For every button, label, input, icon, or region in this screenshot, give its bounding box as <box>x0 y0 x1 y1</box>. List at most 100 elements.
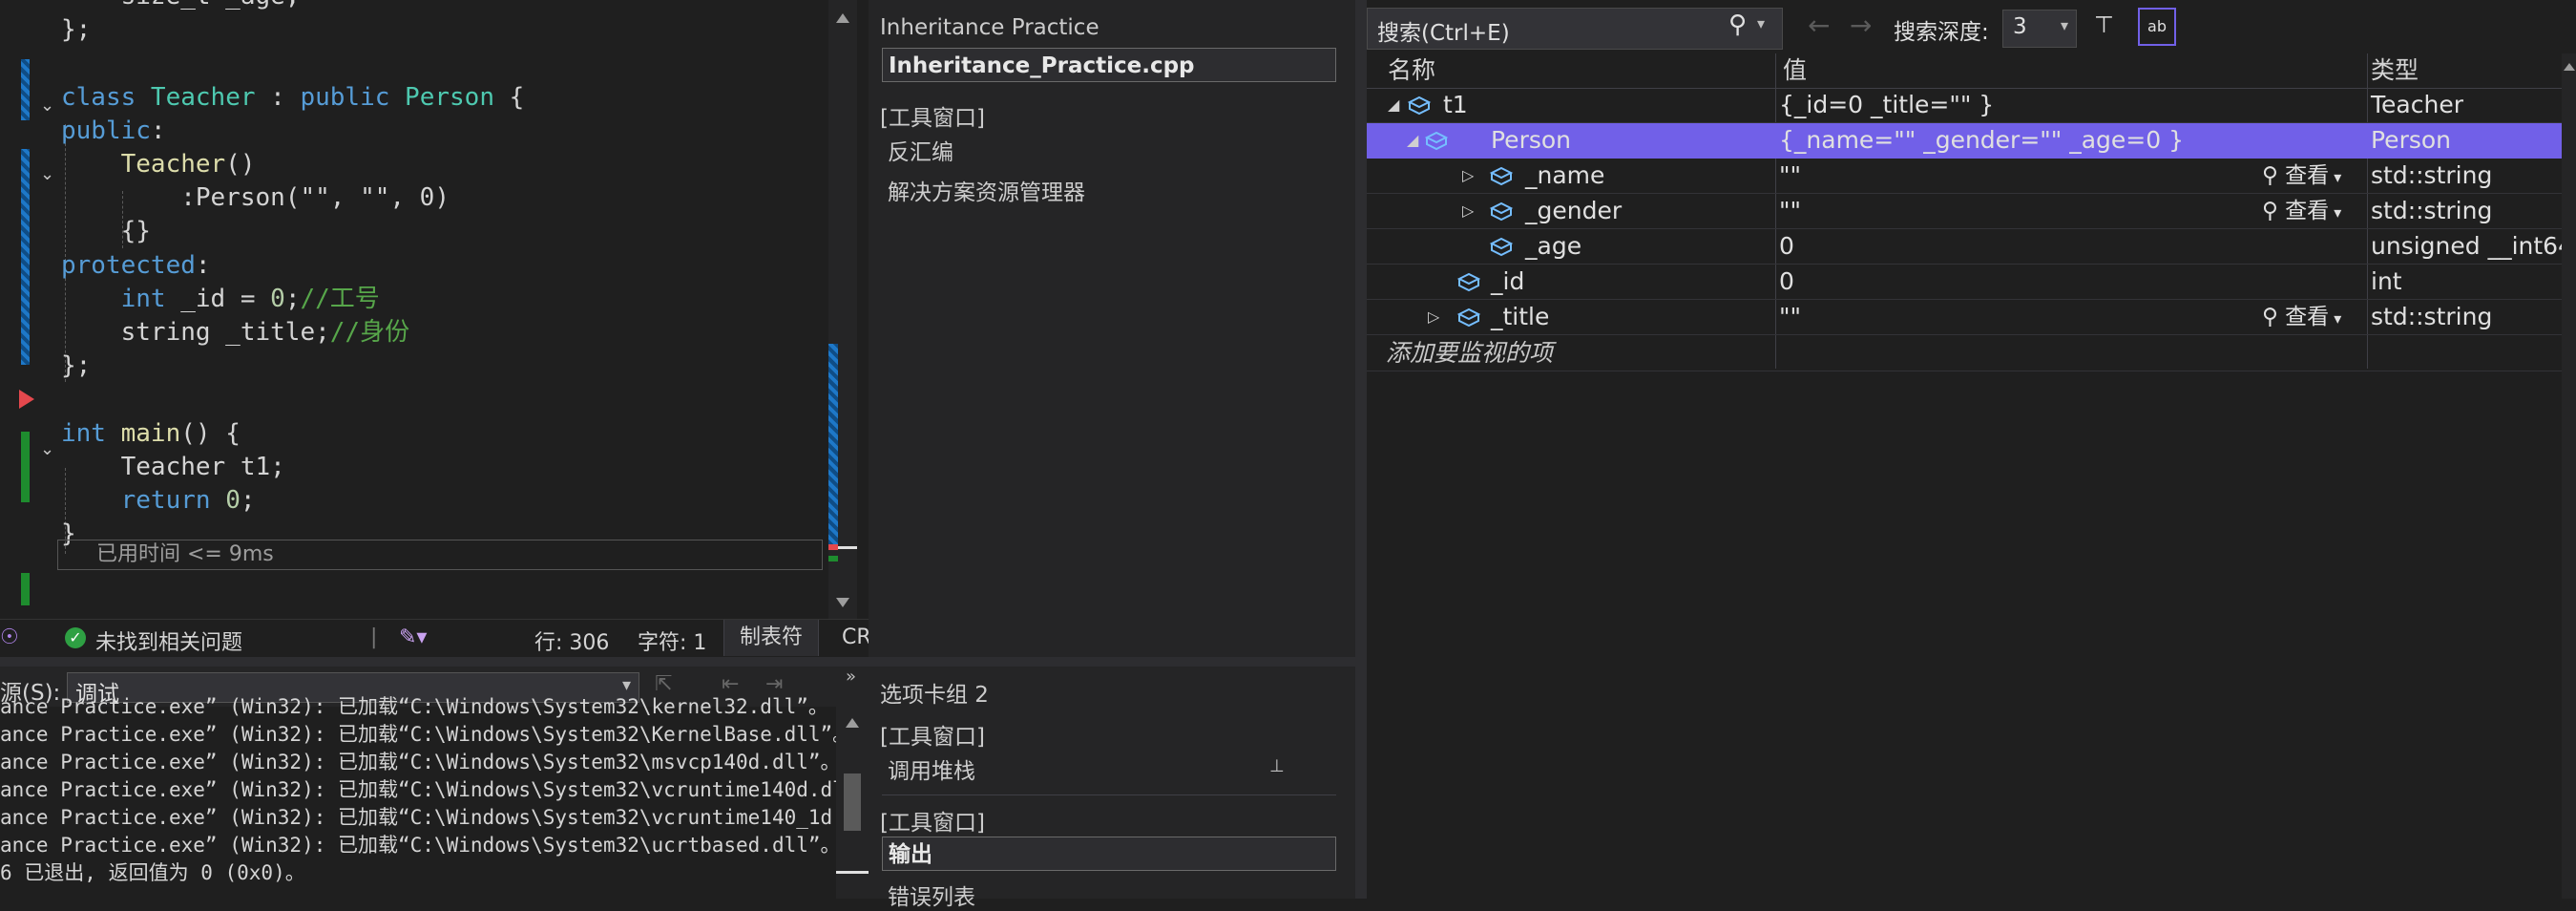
change-bar <box>21 573 30 605</box>
watch-row[interactable]: _id 0 int <box>1367 265 2562 300</box>
hex-display-icon[interactable]: ab <box>2138 8 2176 46</box>
code-token: ; <box>284 284 301 313</box>
doc-item-solution-explorer[interactable]: 解决方案资源管理器 <box>888 174 1085 206</box>
watch-value[interactable]: "" <box>1779 300 1801 334</box>
code-line: int _id = 0;//工号 <box>61 282 380 316</box>
code-token: main <box>120 418 181 448</box>
fold-chevron-icon[interactable]: ⌄ <box>40 97 54 115</box>
code-token: //工号 <box>300 284 380 313</box>
scroll-up-icon[interactable] <box>846 718 859 728</box>
tool-item-call-stack[interactable]: 调用堆栈 <box>888 752 975 785</box>
search-input[interactable]: 搜索(Ctrl+E) <box>1377 14 1510 47</box>
watch-row[interactable]: ▷ _gender "" ⚲ 查看 ▾ std::string <box>1367 194 2562 229</box>
indent-mode[interactable]: 制表符 <box>723 620 820 656</box>
code-token: 0 <box>270 284 285 313</box>
collapse-arrow-icon[interactable]: ◢ <box>1388 88 1399 122</box>
code-editor[interactable]: ⌄ ⌄ ⌄ size_t _age;}; class Teacher : publ… <box>0 0 828 619</box>
watch-value[interactable]: "" <box>1779 194 1801 228</box>
field-icon <box>1489 201 1514 225</box>
back-arrow-icon[interactable]: ← <box>1808 10 1830 41</box>
issues-status[interactable]: 未找到相关问题 <box>95 625 242 656</box>
section-label: [工具窗口] <box>880 811 985 836</box>
breakpoint-arrow-icon[interactable] <box>19 390 34 409</box>
magnifier-icon: ⚲ <box>2262 305 2286 329</box>
watch-value[interactable]: 0 <box>1779 265 1794 299</box>
add-watch-row[interactable]: 添加要监视的项 <box>1367 336 2562 371</box>
tool-item-error-list[interactable]: 错误列表 <box>888 879 975 911</box>
code-line: size_t _age; <box>61 0 301 13</box>
scroll-position <box>836 871 869 874</box>
scroll-down-icon[interactable] <box>836 598 849 607</box>
splitter[interactable] <box>0 657 1355 667</box>
watch-row[interactable]: ◢ Person {_name="" _gender="" _age=0 } Pers… <box>1367 123 2562 159</box>
intellicode-icon[interactable]: ☉ <box>0 625 19 649</box>
column-name-header[interactable]: 名称 <box>1388 53 1435 88</box>
scroll-up-icon[interactable] <box>2564 63 2575 71</box>
search-icon[interactable]: ⚲ <box>1728 11 1747 39</box>
collapse-arrow-icon[interactable]: ◢ <box>1407 123 1418 158</box>
fold-chevron-icon[interactable]: ⌄ <box>40 441 54 458</box>
output-line: ance Practice.exe” (Win32): 已加载“C:\Windo… <box>0 778 857 801</box>
pin-icon[interactable]: ⊥ <box>1269 756 1285 776</box>
watch-window: 搜索(Ctrl+E) ⚲ ▾ ← → 搜索深度: 3 ▾ ⊤ ab 名称 值 类… <box>1367 0 2576 899</box>
chevron-down-icon[interactable]: ▾ <box>1757 14 1765 32</box>
change-bar <box>21 59 30 120</box>
expand-arrow-icon[interactable]: ▷ <box>1462 194 1474 228</box>
watch-scrollbar[interactable] <box>2562 53 2576 899</box>
view-label: 查看 <box>2285 305 2330 329</box>
code-token: 0 <box>225 486 241 515</box>
scroll-breakpoint-marker <box>828 544 838 550</box>
editor-scrollbar[interactable] <box>828 0 857 619</box>
code-token: _id = <box>165 284 271 313</box>
watch-value[interactable]: {_name="" _gender="" _age=0 } <box>1779 123 2184 158</box>
expand-arrow-icon[interactable]: ▷ <box>1428 300 1439 334</box>
magnifier-icon: ⚲ <box>2262 199 2286 223</box>
code-token: {} <box>61 217 151 246</box>
search-box[interactable]: 搜索(Ctrl+E) ⚲ ▾ <box>1367 8 1783 50</box>
column-value-header[interactable]: 值 <box>1783 53 1807 88</box>
doc-item-disassembly[interactable]: 反汇编 <box>888 134 953 166</box>
tool-item-output-selected[interactable]: 输出 <box>882 837 1336 871</box>
watch-value[interactable]: 0 <box>1779 229 1794 264</box>
cleanup-brush-icon[interactable]: ✎▾ <box>399 625 427 649</box>
line-ending[interactable]: CR <box>842 625 871 649</box>
add-watch-placeholder[interactable]: 添加要监视的项 <box>1386 336 1553 371</box>
column-type-header[interactable]: 类型 <box>2371 53 2419 88</box>
output-line: ance Practice.exe” (Win32): 已加载“C:\Windo… <box>0 723 853 746</box>
code-line: int main() { <box>61 416 241 451</box>
visualizer-button[interactable]: ⚲ 查看 ▾ <box>2262 300 2341 336</box>
watch-value[interactable]: {_id=0 _title="" } <box>1779 88 1994 122</box>
code-token: :Person("", "", 0) <box>61 183 450 213</box>
visualizer-button[interactable]: ⚲ 查看 ▾ <box>2262 194 2341 230</box>
splitter[interactable] <box>1355 0 1367 899</box>
watch-name: _title <box>1491 303 1550 330</box>
forward-arrow-icon[interactable]: → <box>1850 10 1872 41</box>
watch-value[interactable]: "" <box>1779 159 1801 193</box>
char-number[interactable]: 字符: 1 <box>638 625 706 656</box>
code-token: size_t _age; <box>61 0 301 11</box>
expand-arrow-icon[interactable]: ▷ <box>1462 159 1474 193</box>
overflow-icon[interactable]: » <box>846 667 856 687</box>
pin-icon[interactable]: ⊤ <box>2094 11 2114 38</box>
chevron-down-icon: ▾ <box>2329 203 2342 222</box>
line-number[interactable]: 行: 306 <box>534 625 609 656</box>
watch-row[interactable]: _age 0 unsigned __int64 <box>1367 229 2573 265</box>
visualizer-button[interactable]: ⚲ 查看 ▾ <box>2262 159 2341 195</box>
code-token: public <box>61 116 151 145</box>
scroll-thumb[interactable] <box>844 773 861 831</box>
selected-document[interactable]: Inheritance_Practice.cpp <box>882 48 1336 82</box>
code-line: }; <box>61 349 91 383</box>
watch-type: unsigned __int64 <box>2371 232 2573 260</box>
scroll-up-icon[interactable] <box>836 13 849 23</box>
search-depth-select[interactable]: 3 ▾ <box>2002 10 2077 48</box>
watch-row[interactable]: ◢ t1 {_id=0 _title="" } Teacher <box>1367 88 2562 123</box>
watch-row[interactable]: ▷ _name "" ⚲ 查看 ▾ std::string <box>1367 159 2562 194</box>
output-scrollbar[interactable] <box>836 707 869 899</box>
scroll-change-marker <box>828 344 838 550</box>
output-line: 6 已退出, 返回值为 0 (0x0)。 <box>0 861 305 884</box>
fold-chevron-icon[interactable]: ⌄ <box>40 166 54 183</box>
watch-row[interactable]: ▷ _title "" ⚲ 查看 ▾ std::string <box>1367 300 2562 335</box>
